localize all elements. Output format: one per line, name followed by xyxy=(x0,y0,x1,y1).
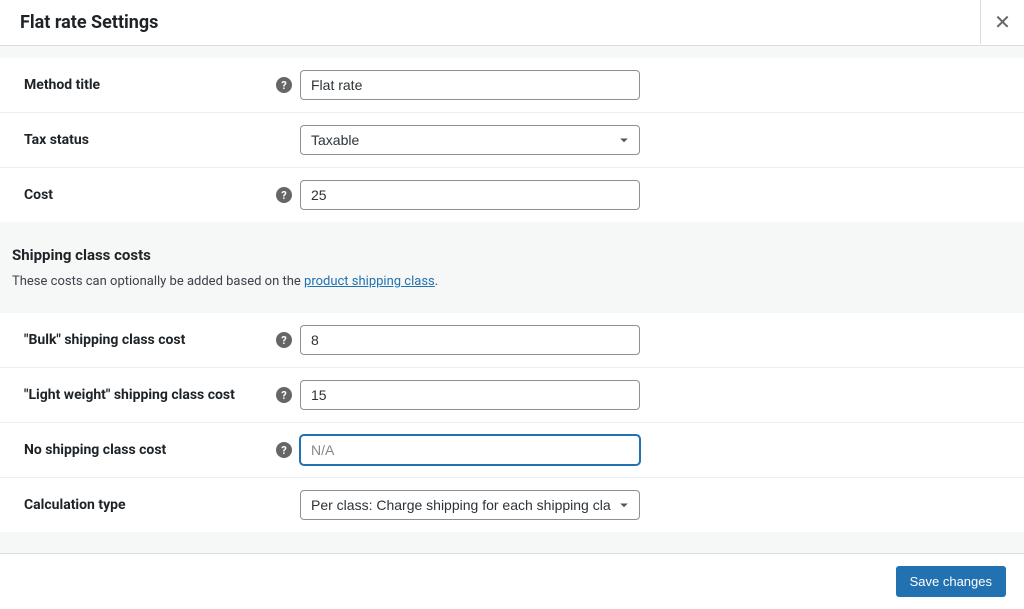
modal-body: Method title ? Tax status Taxable xyxy=(0,46,1024,553)
row-cost: Cost ? xyxy=(0,168,1024,223)
bulk-cost-input[interactable] xyxy=(300,325,640,355)
calculation-type-select[interactable]: Per class: Charge shipping for each ship… xyxy=(300,490,640,520)
settings-table-shipping: "Bulk" shipping class cost ? "Light weig… xyxy=(0,313,1024,532)
method-title-label: Method title xyxy=(24,77,100,93)
modal-header: Flat rate Settings ✕ xyxy=(0,0,1024,46)
modal-title: Flat rate Settings xyxy=(20,12,158,33)
tax-status-select[interactable]: Taxable xyxy=(300,125,640,155)
row-bulk-cost: "Bulk" shipping class cost ? xyxy=(0,313,1024,368)
modal-footer: Save changes xyxy=(0,553,1024,609)
bulk-cost-label: "Bulk" shipping class cost xyxy=(24,332,185,348)
lightweight-cost-label: "Light weight" shipping class cost xyxy=(24,387,235,403)
row-calculation-type: Calculation type Per class: Charge shipp… xyxy=(0,478,1024,533)
row-method-title: Method title ? xyxy=(0,58,1024,113)
no-class-cost-label: No shipping class cost xyxy=(24,442,166,458)
flat-rate-settings-modal: Flat rate Settings ✕ Method title ? Tax … xyxy=(0,0,1024,609)
method-title-input[interactable] xyxy=(300,70,640,100)
shipping-class-section-header: Shipping class costs These costs can opt… xyxy=(0,222,1024,301)
shipping-class-title: Shipping class costs xyxy=(12,246,1012,264)
help-icon[interactable]: ? xyxy=(276,442,292,458)
row-no-class-cost: No shipping class cost ? xyxy=(0,423,1024,478)
save-changes-button[interactable]: Save changes xyxy=(896,566,1006,597)
product-shipping-class-link[interactable]: product shipping class xyxy=(304,274,435,289)
row-tax-status: Tax status Taxable xyxy=(0,113,1024,168)
tax-status-label: Tax status xyxy=(24,132,89,148)
help-icon[interactable]: ? xyxy=(276,387,292,403)
settings-table-main: Method title ? Tax status Taxable xyxy=(0,58,1024,222)
close-button[interactable]: ✕ xyxy=(980,0,1024,44)
row-lightweight-cost: "Light weight" shipping class cost ? xyxy=(0,368,1024,423)
help-icon[interactable]: ? xyxy=(276,332,292,348)
cost-label: Cost xyxy=(24,187,53,203)
no-class-cost-input[interactable] xyxy=(300,435,640,465)
calculation-type-label: Calculation type xyxy=(24,497,126,513)
cost-input[interactable] xyxy=(300,180,640,210)
shipping-class-description: These costs can optionally be added base… xyxy=(12,274,1012,289)
lightweight-cost-input[interactable] xyxy=(300,380,640,410)
help-icon[interactable]: ? xyxy=(276,77,292,93)
close-icon: ✕ xyxy=(994,10,1011,35)
help-icon[interactable]: ? xyxy=(276,187,292,203)
